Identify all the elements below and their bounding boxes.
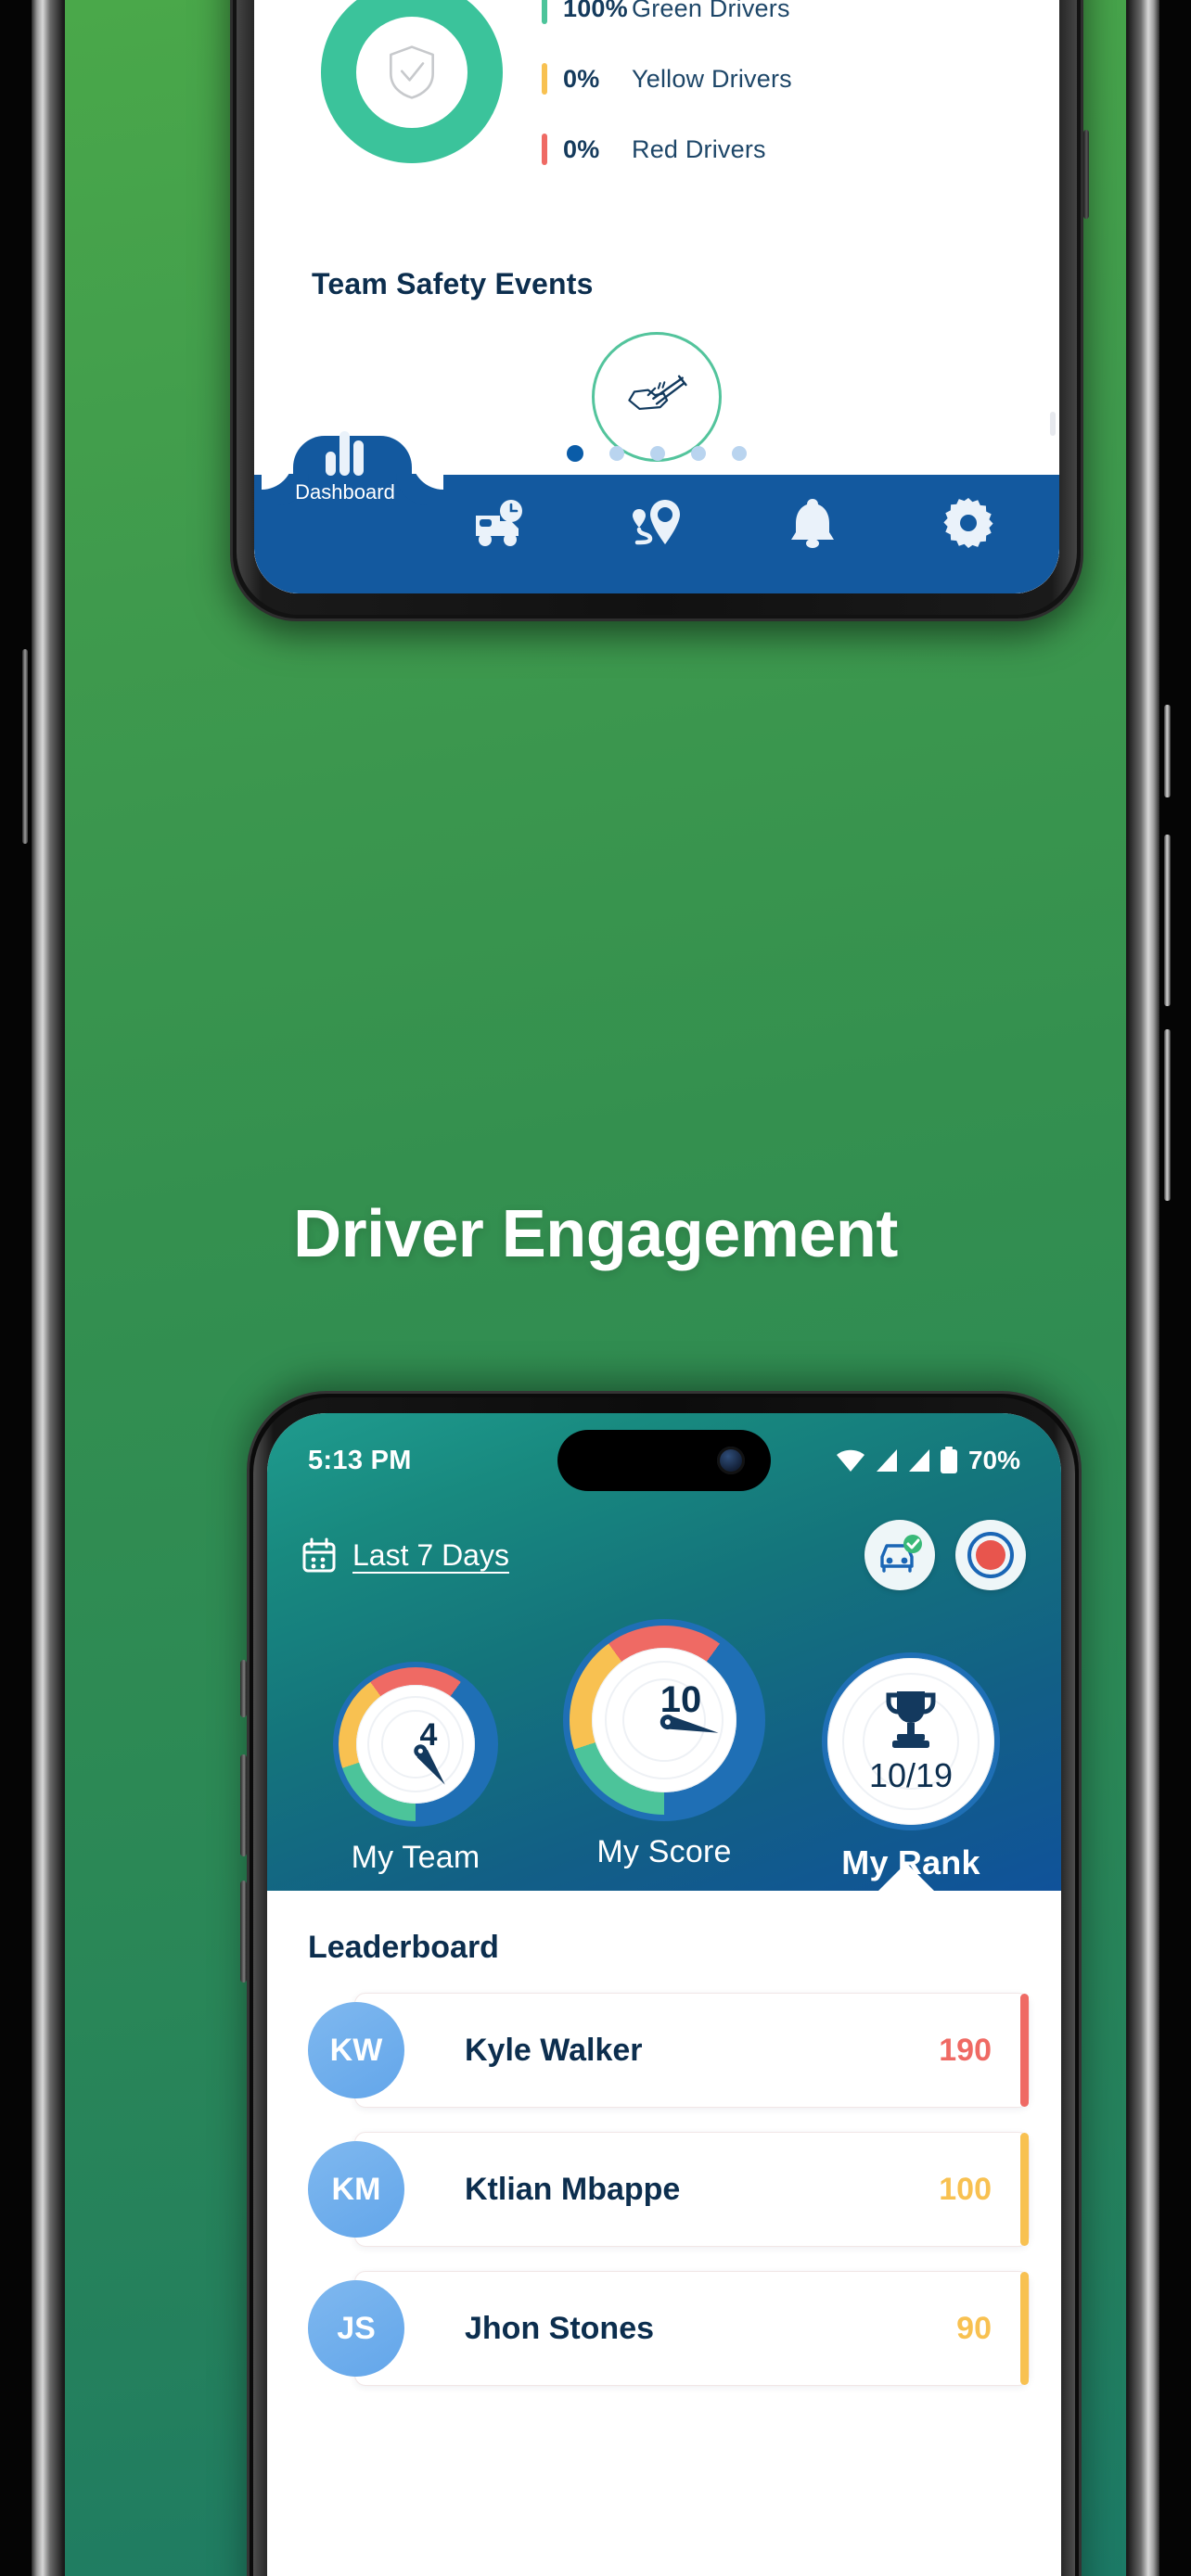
legend-swatch-yellow xyxy=(542,63,547,95)
carousel-dot-5[interactable] xyxy=(732,446,747,461)
engagement-header-panel: 5:13 PM 70% Last 7 Days 4 My Team 10 My … xyxy=(267,1413,1061,1891)
carousel-dot-2[interactable] xyxy=(609,446,624,461)
trophy-icon xyxy=(886,1691,936,1748)
bell-icon xyxy=(788,497,837,549)
legend-pct-green: 100% xyxy=(563,0,628,22)
bottom-navigation-bar: Dashboard xyxy=(254,431,1059,593)
phone-one-side-button[interactable] xyxy=(1083,130,1089,219)
carousel-dot-3[interactable] xyxy=(650,446,665,461)
gear-icon xyxy=(943,497,993,549)
phone-two-screen: 5:13 PM 70% Last 7 Days 4 My Team 10 My … xyxy=(267,1413,1061,2576)
table-row[interactable]: Ktlian Mbappe 100 KM xyxy=(308,2132,1030,2247)
wifi-icon xyxy=(836,1449,864,1472)
donut-center xyxy=(356,17,467,128)
legend-row-red: 0% Red Drivers xyxy=(542,134,792,165)
legend-pct-yellow: 0% xyxy=(563,64,600,93)
legend-row-yellow: 0% Yellow Drivers xyxy=(542,63,792,95)
legend-label-red: Red Drivers xyxy=(632,134,766,163)
safety-donut-chart xyxy=(321,0,503,163)
calendar-icon xyxy=(302,1537,336,1573)
nav-item-settings[interactable] xyxy=(899,497,1038,549)
leaderboard-accent-bar xyxy=(1020,1994,1029,2107)
carousel-pagination[interactable] xyxy=(567,445,747,462)
leaderboard-accent-bar xyxy=(1020,2272,1029,2385)
leaderboard-list: Kyle Walker 190 KW Ktlian Mbappe 100 KM … xyxy=(308,1993,1030,2386)
nav-label-dashboard: Dashboard xyxy=(295,480,395,504)
outer-volume-button[interactable] xyxy=(22,649,28,844)
table-row[interactable]: Kyle Walker 190 KW xyxy=(308,1993,1030,2108)
safety-event-icon-circle xyxy=(592,332,722,462)
leaderboard-name: Ktlian Mbappe xyxy=(465,2171,681,2207)
date-range-selector[interactable]: Last 7 Days xyxy=(302,1537,509,1573)
gauge-my-team[interactable]: 4 My Team xyxy=(317,1662,514,1876)
nav-item-dashboard[interactable]: Dashboard xyxy=(275,427,415,504)
status-time: 5:13 PM xyxy=(308,1445,412,1475)
gauge-caption-my-score: My Score xyxy=(596,1834,732,1869)
dynamic-island xyxy=(557,1430,771,1491)
leaderboard-name: Kyle Walker xyxy=(465,2032,643,2068)
legend-swatch-red xyxy=(542,134,547,165)
record-button-icon xyxy=(967,1532,1014,1578)
leaderboard-score: 90 xyxy=(956,2310,992,2346)
page-title: Driver Engagement xyxy=(293,1197,898,1271)
phone-two-mute-button[interactable] xyxy=(240,1660,247,1717)
leaderboard-panel: Leaderboard Kyle Walker 190 KW Ktlian Mb… xyxy=(267,1891,1061,2576)
record-button[interactable] xyxy=(955,1520,1026,1590)
shield-check-icon xyxy=(390,45,434,99)
table-row[interactable]: Jhon Stones 90 JS xyxy=(308,2271,1030,2386)
harsh-braking-icon xyxy=(628,375,687,411)
carousel-dot-4[interactable] xyxy=(691,446,706,461)
outer-side-button-3[interactable] xyxy=(1164,1029,1171,1201)
car-check-icon xyxy=(880,1535,922,1573)
legend-pct-red: 0% xyxy=(563,134,600,163)
outer-device-frame: 100% Green Drivers 0% Yellow Drivers 0% xyxy=(0,0,1191,2576)
leaderboard-score: 100 xyxy=(939,2171,992,2207)
phone-two-volume-down-button[interactable] xyxy=(240,1881,247,1983)
safety-score-section: 100% Green Drivers 0% Yellow Drivers 0% xyxy=(254,0,1059,206)
gauge-caption-my-team: My Team xyxy=(351,1840,480,1875)
truck-clock-icon xyxy=(472,497,530,549)
gauge-value-my-rank: 10/19 xyxy=(868,1756,954,1794)
signal-bars-icon xyxy=(876,1449,897,1472)
phone-two: 5:13 PM 70% Last 7 Days 4 My Team 10 My … xyxy=(240,1391,1082,2576)
date-range-label: Last 7 Days xyxy=(352,1537,509,1572)
phone-one-screen: 100% Green Drivers 0% Yellow Drivers 0% xyxy=(254,0,1059,593)
vehicle-check-button[interactable] xyxy=(864,1520,935,1590)
team-safety-events-title: Team Safety Events xyxy=(312,267,594,300)
route-pin-icon xyxy=(630,497,684,549)
avatar: KW xyxy=(308,2002,404,2098)
legend-swatch-green xyxy=(542,0,547,24)
signal-bars-icon-2 xyxy=(908,1449,929,1472)
avatar: KM xyxy=(308,2141,404,2238)
front-camera-icon xyxy=(717,1447,745,1474)
leaderboard-name: Jhon Stones xyxy=(465,2310,655,2346)
nav-item-alerts[interactable] xyxy=(743,497,882,549)
driver-legend: 100% Green Drivers 0% Yellow Drivers 0% xyxy=(542,0,792,165)
phone-two-volume-up-button[interactable] xyxy=(240,1754,247,1856)
legend-label-green: Green Drivers xyxy=(632,0,790,22)
carousel-edge-indicator xyxy=(1050,412,1056,436)
avatar: JS xyxy=(308,2280,404,2377)
legend-row-green: 100% Green Drivers xyxy=(542,0,792,24)
leaderboard-score: 190 xyxy=(939,2032,992,2068)
carousel-dot-1[interactable] xyxy=(567,445,583,462)
battery-icon xyxy=(940,1447,957,1473)
dashboard-screen: 100% Green Drivers 0% Yellow Drivers 0% xyxy=(254,0,1059,593)
phone-one: 100% Green Drivers 0% Yellow Drivers 0% xyxy=(230,0,1089,621)
nav-item-trips[interactable] xyxy=(431,497,570,549)
outer-side-button-2[interactable] xyxy=(1164,835,1171,1006)
gauge-row: 4 My Team 10 My Score 10/19 My Rank xyxy=(267,1619,1061,1888)
leaderboard-accent-bar xyxy=(1020,2133,1029,2246)
nav-item-locations[interactable] xyxy=(587,497,726,549)
outer-side-button-1[interactable] xyxy=(1164,705,1171,797)
gauge-my-score[interactable]: 10 My Score xyxy=(548,1619,780,1870)
bar-chart-icon xyxy=(324,427,366,478)
legend-label-yellow: Yellow Drivers xyxy=(632,64,792,93)
battery-percent: 70% xyxy=(967,1446,1020,1474)
engagement-toolbar: Last 7 Days xyxy=(267,1513,1061,1597)
gauge-my-rank[interactable]: 10/19 My Rank xyxy=(805,1652,1017,1882)
outer-screen: 100% Green Drivers 0% Yellow Drivers 0% xyxy=(65,0,1126,2576)
leaderboard-title: Leaderboard xyxy=(308,1930,499,1965)
